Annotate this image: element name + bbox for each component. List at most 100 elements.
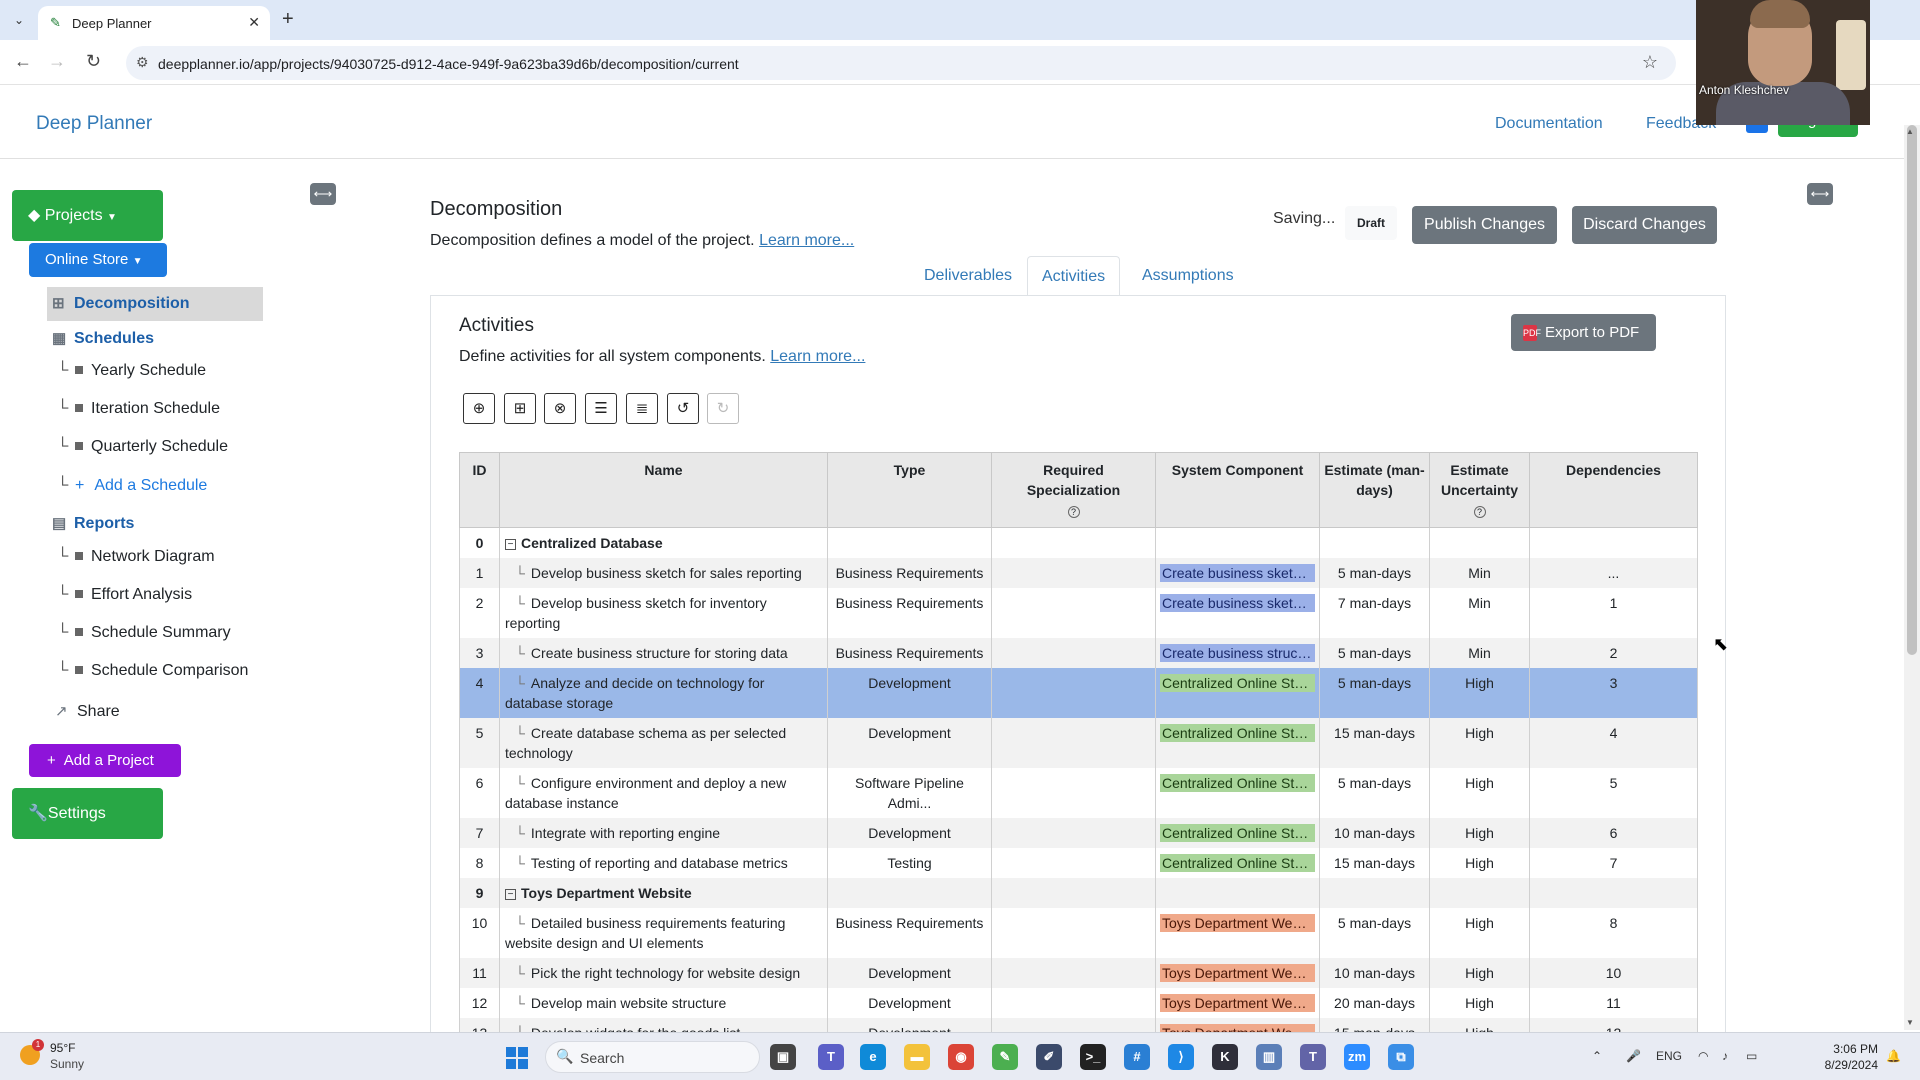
show-hidden-icons-icon[interactable]: ⌃ [1592,1049,1602,1063]
cell-specialization[interactable] [991,668,1156,718]
projects-button[interactable]: ◆ Projects ▼ [12,190,163,241]
cell-name[interactable]: └ Create database schema as per selected … [499,718,828,768]
cell-name[interactable]: └ Develop business sketch for inventory r… [499,588,828,638]
site-settings-icon[interactable]: ⚙ [136,54,149,71]
cell-id[interactable]: 8 [459,848,500,878]
cell-estimate[interactable]: 10 man-days [1319,958,1430,988]
column-header-uncertainty[interactable]: Estimate Uncertainty? [1429,452,1530,528]
cell-dependencies[interactable]: 7 [1529,848,1698,878]
column-header-type[interactable]: Type [827,452,992,528]
table-row[interactable]: 12 └ Develop main website structure Develop… [459,988,1698,1018]
forward-arrow-icon[interactable]: → [48,51,66,72]
cell-type[interactable]: Business Requirements [827,908,992,958]
sidebar-item-schedule-summary[interactable]: └ Schedule Summary [57,616,231,650]
cell-uncertainty[interactable] [1429,878,1530,908]
cell-specialization[interactable] [991,848,1156,878]
tab-activities[interactable]: Activities [1027,256,1121,296]
draft-badge[interactable]: Draft [1345,206,1397,240]
cell-id[interactable]: 3 [459,638,500,668]
cell-type[interactable]: Testing [827,848,992,878]
cell-name[interactable]: └ Pick the right technology for website d… [499,958,828,988]
cell-id[interactable]: 7 [459,818,500,848]
cell-component[interactable]: Create business structu... [1155,638,1320,668]
expand-panel-button[interactable]: ⟷ [1807,183,1833,205]
system-clock[interactable]: 3:06 PM 8/29/2024 [1814,1041,1878,1073]
table-group-row[interactable]: 0− Centralized Database [459,527,1698,558]
cell-name[interactable]: └ Configure environment and deploy a new … [499,768,828,818]
cell-id[interactable]: 1 [459,558,500,588]
browser-tab[interactable]: ✎ Deep Planner ✕ [38,6,270,40]
cell-name[interactable]: └ Create business structure for storing d… [499,638,828,668]
cell-component[interactable]: Toys Department Webs... [1155,988,1320,1018]
cell-estimate[interactable]: 15 man-days [1319,848,1430,878]
cell-estimate[interactable]: 20 man-days [1319,988,1430,1018]
cell-estimate[interactable]: 10 man-days [1319,818,1430,848]
volume-icon[interactable]: ♪ [1722,1049,1728,1063]
cell-estimate[interactable]: 7 man-days [1319,588,1430,638]
scrollbar-thumb[interactable] [1907,125,1917,655]
cell-specialization[interactable] [991,768,1156,818]
cell-name[interactable]: └ Develop main website structure [499,988,828,1018]
teams-classic-icon[interactable]: T [1300,1044,1326,1070]
table-row[interactable]: 7 └ Integrate with reporting engine Develop… [459,818,1698,848]
notification-bell-icon[interactable]: 🔔 [1886,1049,1901,1063]
activities-learn-more-link[interactable]: Learn more... [770,348,865,365]
cell-specialization[interactable] [991,958,1156,988]
cell-uncertainty[interactable]: High [1429,768,1530,818]
collapse-minus-icon[interactable]: − [505,888,516,900]
zoom-icon[interactable]: zm [1344,1044,1370,1070]
cell-name[interactable]: − Centralized Database [499,527,828,558]
cell-uncertainty[interactable]: Min [1429,588,1530,638]
column-header-dependencies[interactable]: Dependencies [1529,452,1698,528]
file-explorer-icon[interactable]: ▬ [904,1044,930,1070]
chrome-icon[interactable]: ◉ [948,1044,974,1070]
collapse-minus-icon[interactable]: − [505,538,516,550]
cell-id[interactable]: 10 [459,908,500,958]
cell-specialization[interactable] [991,718,1156,768]
cell-dependencies[interactable]: 6 [1529,818,1698,848]
close-tab-icon[interactable]: ✕ [248,14,260,31]
remote-desktop-icon[interactable]: ⧉ [1388,1044,1414,1070]
cell-type[interactable]: Development [827,718,992,768]
cell-id[interactable]: 12 [459,988,500,1018]
wifi-icon[interactable]: ◠ [1698,1049,1708,1063]
add-project-button[interactable]: + Add a Project [29,744,181,777]
column-header-name[interactable]: Name [499,452,828,528]
cell-id[interactable]: 2 [459,588,500,638]
cell-name[interactable]: └ Develop business sketch for sales repor… [499,558,828,588]
cell-component[interactable]: Centralized Online Stor... [1155,768,1320,818]
url-field[interactable]: ⚙ deepplanner.io/app/projects/94030725-d… [126,46,1676,80]
reload-icon[interactable]: ↻ [86,51,101,72]
sidebar-item-yearly-schedule[interactable]: └ Yearly Schedule [57,354,206,388]
cell-specialization[interactable] [991,908,1156,958]
scroll-up-icon[interactable]: ▲ [1906,127,1914,136]
cell-name[interactable]: └ Detailed business requirements featurin… [499,908,828,958]
publish-changes-button[interactable]: Publish Changes [1412,206,1557,244]
cell-id[interactable]: 0 [459,527,500,558]
sidebar-item-reports[interactable]: ▤ Reports [52,507,134,541]
cell-type[interactable]: Development [827,958,992,988]
editor-icon[interactable]: ✐ [1036,1044,1062,1070]
edge-icon[interactable]: e [860,1044,886,1070]
sidebar-item-share[interactable]: ↗ Share [55,695,120,729]
table-row[interactable]: 1 └ Develop business sketch for sales repo… [459,558,1698,588]
calculator-icon[interactable]: # [1124,1044,1150,1070]
cell-uncertainty[interactable]: High [1429,988,1530,1018]
cell-type[interactable]: Business Requirements [827,588,992,638]
table-row[interactable]: 6 └ Configure environment and deploy a new… [459,768,1698,818]
app-icon[interactable]: K [1212,1044,1238,1070]
tab-assumptions[interactable]: Assumptions [1128,256,1248,296]
cell-dependencies[interactable]: 5 [1529,768,1698,818]
documentation-link[interactable]: Documentation [1495,115,1603,133]
cell-name[interactable]: └ Analyze and decide on technology for da… [499,668,828,718]
cell-uncertainty[interactable]: High [1429,668,1530,718]
cell-type[interactable]: Development [827,818,992,848]
column-header-estimate[interactable]: Estimate (man-days) [1319,452,1430,528]
indent-icon[interactable]: ☰ [585,393,617,424]
cell-type[interactable] [827,527,992,558]
help-icon[interactable]: ? [1067,506,1080,518]
sidebar-item-iteration-schedule[interactable]: └ Iteration Schedule [57,392,220,426]
table-row[interactable]: 4 └ Analyze and decide on technology for d… [459,668,1698,718]
sidebar-item-schedule-comparison[interactable]: └ Schedule Comparison [57,654,248,688]
windows-start-icon[interactable] [506,1047,528,1069]
